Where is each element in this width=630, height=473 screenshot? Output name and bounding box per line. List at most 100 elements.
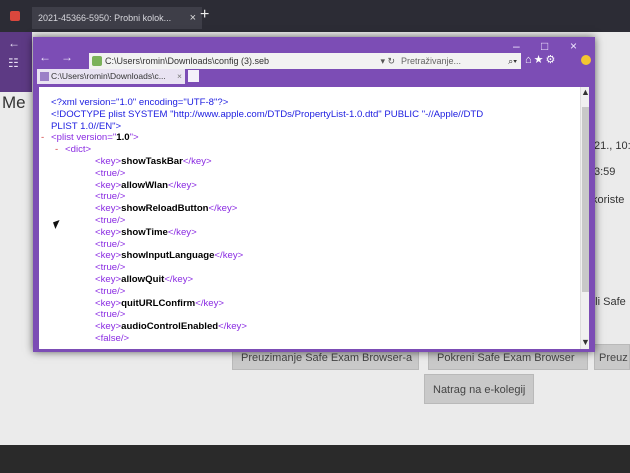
search-icon[interactable]: ⌕▾	[508, 53, 517, 69]
back-arrow-icon[interactable]: ←	[8, 36, 20, 50]
xml-tag: <true/>	[95, 167, 126, 179]
xml-tag: </key>	[195, 297, 225, 309]
xml-key-name: showReloadButton	[121, 203, 209, 215]
xml-tag: <true/>	[95, 214, 126, 226]
xml-tag: <true/>	[95, 285, 126, 297]
toolbar-home-star-gear-icons[interactable]: ⌂★⚙	[525, 53, 557, 66]
xml-line: <!DOCTYPE plist SYSTEM "http://www.apple…	[51, 109, 561, 121]
xml-tag: </key>	[208, 203, 238, 215]
scrollbar-thumb[interactable]	[582, 107, 589, 292]
minimize-button[interactable]: –	[513, 39, 520, 53]
close-icon[interactable]: ×	[177, 69, 182, 84]
time-fragment: 3:59	[594, 166, 616, 178]
close-icon[interactable]: ×	[190, 7, 196, 29]
config-viewer-window: – □ × ← → C:\Users\romin\Downloads\confi…	[33, 37, 595, 352]
back-to-elearning-button[interactable]: Natrag na e-kolegij	[424, 374, 534, 404]
nav-back-button[interactable]: ←	[39, 50, 51, 64]
left-nav-bar: ← ☷	[0, 32, 32, 92]
xml-tag: <key>	[95, 273, 122, 285]
third-button-fragment[interactable]: Preuz	[594, 344, 630, 370]
new-tab-button[interactable]	[188, 70, 199, 82]
xml-tag: <dict>	[65, 144, 92, 156]
xml-tag: <true/>	[95, 191, 126, 203]
xml-line: <true/>	[51, 168, 561, 180]
maximize-button[interactable]: □	[541, 39, 548, 53]
xml-line: <key>showTime</key>	[51, 227, 561, 239]
collapse-toggle[interactable]: -	[41, 132, 44, 144]
xml-tag: </key>	[164, 273, 194, 285]
document-tab-title: C:\Users\romin\Downloads\c...	[51, 71, 166, 81]
refresh-icon[interactable]: ▾ ↻	[380, 53, 395, 69]
scroll-up-icon[interactable]: ▲	[581, 87, 589, 97]
xml-line: <true/>	[51, 191, 561, 203]
xml-tag: <key>	[95, 226, 122, 238]
xml-declaration: <!DOCTYPE plist SYSTEM "http://www.apple…	[51, 108, 484, 120]
xml-tag: <key>	[95, 179, 122, 191]
address-text: C:\Users\romin\Downloads\config (3).seb	[105, 56, 270, 66]
xml-tag: <key>	[95, 297, 122, 309]
xml-line: <key>showInputLanguage</key>	[51, 250, 561, 262]
xml-key-name: quitURLConfirm	[121, 297, 196, 309]
xml-key-name: audioControlEnabled	[121, 321, 219, 333]
xml-line: <true/>	[51, 262, 561, 274]
xml-tag: </key>	[218, 321, 247, 333]
xml-line: <key>showTaskBar</key>	[51, 156, 561, 168]
xml-tag: <true/>	[95, 309, 126, 321]
xml-key-name: showTaskBar	[121, 155, 183, 167]
bottom-bezel	[0, 445, 630, 473]
xml-line: PLIST 1.0//EN">	[51, 121, 561, 133]
xml-tag: <plist version="	[51, 132, 117, 144]
xml-tag: <true/>	[95, 238, 126, 250]
xml-line: <key>quitURLConfirm</key>	[51, 298, 561, 310]
collapse-toggle[interactable]: -	[55, 144, 58, 156]
xml-attr-value: 1.0	[116, 132, 130, 144]
vertical-scrollbar[interactable]: ▲ ▼	[580, 87, 589, 349]
new-tab-button[interactable]: +	[200, 6, 209, 24]
feedback-smiley-icon[interactable]	[581, 55, 591, 65]
search-input[interactable]: Pretraživanje... ⌕▾	[397, 53, 521, 69]
xml-tag: <key>	[95, 203, 122, 215]
xml-line: <?xml version="1.0" encoding="UTF-8"?>	[51, 97, 561, 109]
nav-forward-button[interactable]: →	[61, 50, 73, 64]
xml-line: <true/>	[51, 239, 561, 251]
xml-line: <key>audioControlEnabled</key>	[51, 321, 561, 333]
xml-tag: <key>	[95, 321, 122, 333]
outer-tab-strip: 2021-45366-5950: Probni kolok... × +	[0, 0, 630, 32]
document-icon	[40, 72, 49, 81]
address-bar[interactable]: C:\Users\romin\Downloads\config (3).seb …	[89, 53, 399, 69]
xml-line: <key>showReloadButton</key>	[51, 203, 561, 215]
xml-line: <false/>	[51, 333, 561, 345]
xml-viewer: <?xml version="1.0" encoding="UTF-8"?> <!…	[39, 87, 589, 349]
xml-line: - <dict>	[51, 144, 561, 156]
outer-tab[interactable]: 2021-45366-5950: Probni kolok... ×	[32, 7, 202, 29]
xml-line: <key>allowQuit</key>	[51, 274, 561, 286]
xml-tag: <true/>	[95, 262, 126, 274]
xml-tag: <false/>	[95, 332, 130, 344]
xml-tag: </key>	[182, 155, 212, 167]
xml-key-name: showTime	[121, 226, 168, 238]
xml-tag: </key>	[168, 179, 197, 191]
xml-line: <true/>	[51, 215, 561, 227]
text-fragment-koriste: koriste	[592, 194, 625, 206]
file-icon	[92, 56, 102, 66]
xml-tag: </key>	[214, 250, 244, 262]
search-placeholder: Pretraživanje...	[401, 56, 462, 66]
xml-line: <true/>	[51, 286, 561, 298]
xml-line: <key>allowWlan</key>	[51, 180, 561, 192]
xml-line: - <plist version="1.0">	[41, 132, 561, 144]
page-favicon-icon	[10, 11, 20, 21]
xml-line: <true/>	[51, 309, 561, 321]
xml-tag: <key>	[95, 155, 122, 167]
xml-declaration: <?xml version="1.0" encoding="UTF-8"?>	[51, 97, 229, 108]
xml-key-name: allowQuit	[121, 273, 165, 285]
xml-declaration: PLIST 1.0//EN">	[51, 120, 122, 132]
xml-key-name: showInputLanguage	[121, 250, 215, 262]
screen: 2021-45366-5950: Probni kolok... × + ← ☷…	[0, 0, 630, 473]
xml-tag: ">	[129, 132, 139, 144]
date-fragment: 21., 10:	[594, 140, 630, 152]
xml-tag: <key>	[95, 250, 122, 262]
grid-menu-icon[interactable]: ☷	[8, 56, 19, 70]
close-window-button[interactable]: ×	[570, 39, 577, 53]
scroll-down-icon[interactable]: ▼	[581, 337, 589, 347]
document-tab[interactable]: C:\Users\romin\Downloads\c... ×	[37, 69, 185, 84]
